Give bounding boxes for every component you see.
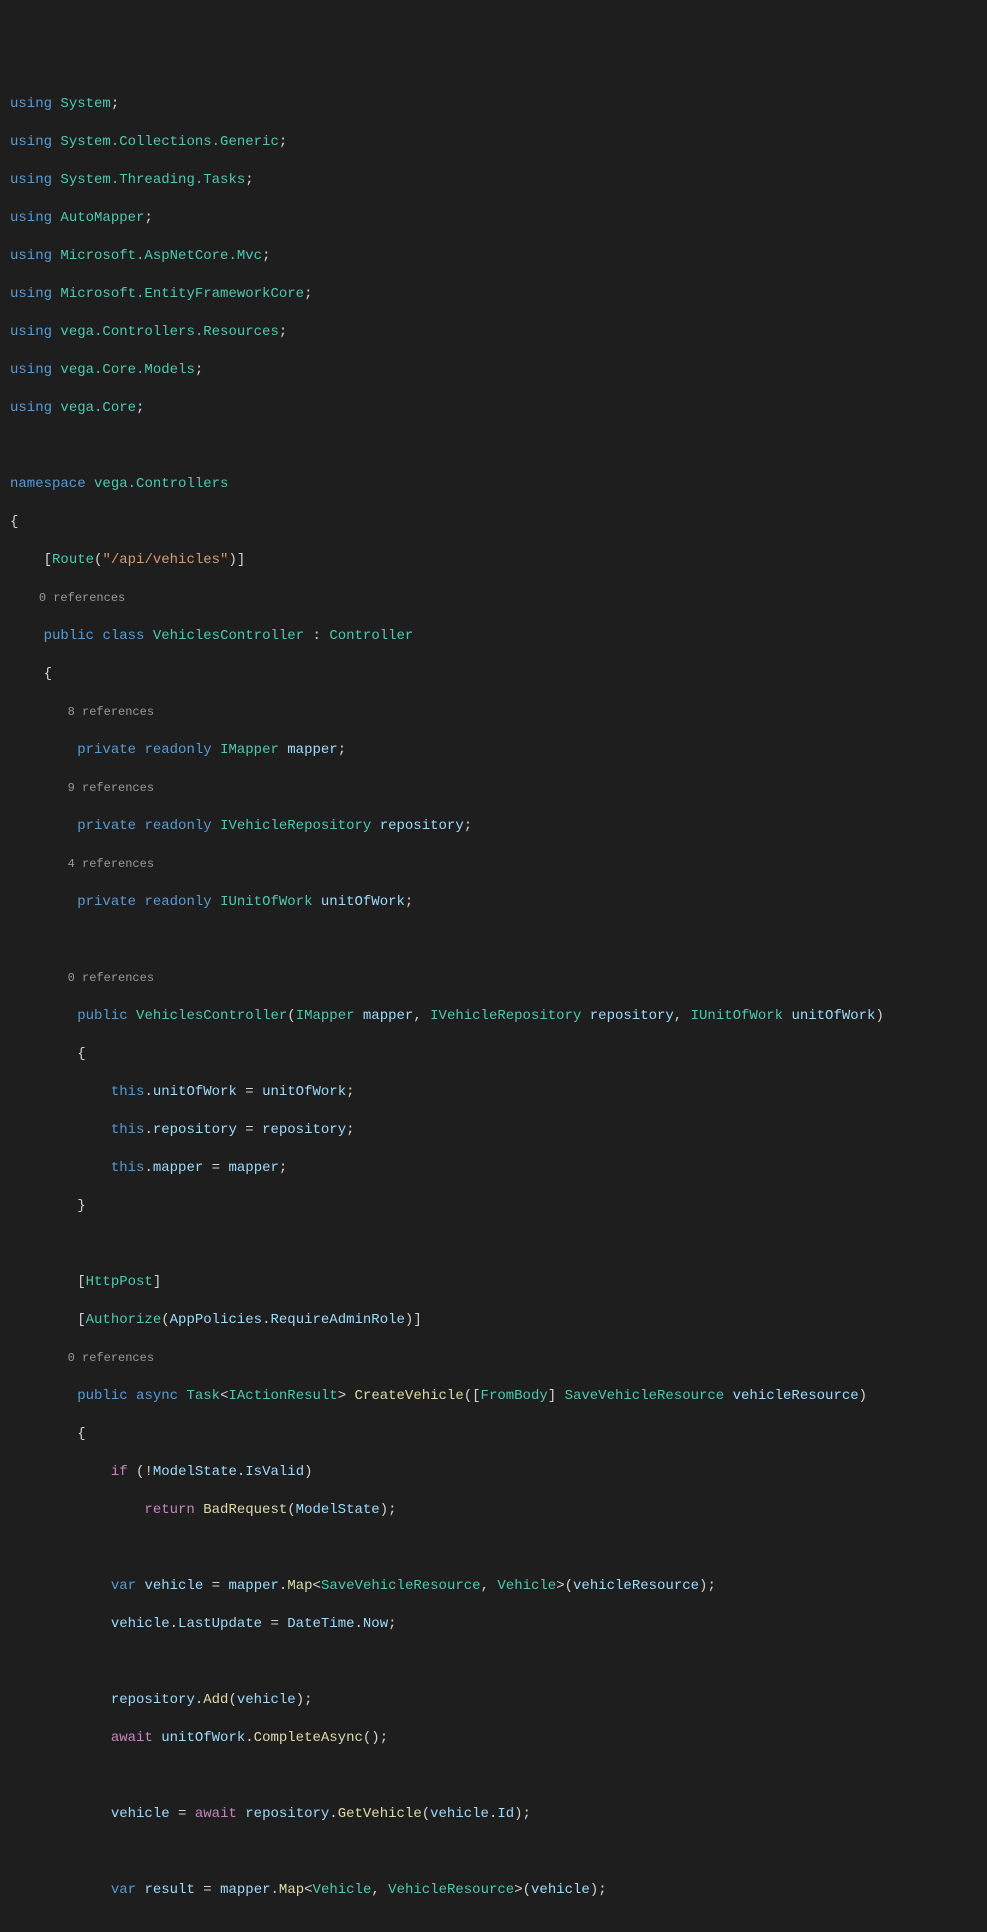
code-line[interactable]: public class VehiclesController : Contro… [10, 627, 977, 646]
codelens-references[interactable]: 4 references [10, 855, 977, 874]
code-line[interactable]: [Authorize(AppPolicies.RequireAdminRole)… [10, 1311, 977, 1330]
code-line[interactable]: return BadRequest(ModelState); [10, 1501, 977, 1520]
code-line[interactable]: if (!ModelState.IsValid) [10, 1463, 977, 1482]
code-line[interactable]: using vega.Core.Models; [10, 361, 977, 380]
code-line[interactable]: this.mapper = mapper; [10, 1159, 977, 1178]
code-line[interactable]: private readonly IUnitOfWork unitOfWork; [10, 893, 977, 912]
code-line[interactable]: var result = mapper.Map<Vehicle, Vehicle… [10, 1881, 977, 1900]
code-editor[interactable]: using System; using System.Collections.G… [10, 76, 977, 1932]
code-line[interactable]: using AutoMapper; [10, 209, 977, 228]
code-line[interactable] [10, 1843, 977, 1862]
code-line[interactable]: using System; [10, 95, 977, 114]
codelens-references[interactable]: 0 references [10, 589, 977, 608]
codelens-references[interactable]: 9 references [10, 779, 977, 798]
code-line[interactable]: using Microsoft.EntityFrameworkCore; [10, 285, 977, 304]
code-line[interactable] [10, 1539, 977, 1558]
code-line[interactable]: [Route("/api/vehicles")] [10, 551, 977, 570]
code-line[interactable]: { [10, 1425, 977, 1444]
code-line[interactable] [10, 1919, 977, 1932]
code-line[interactable]: private readonly IVehicleRepository repo… [10, 817, 977, 836]
code-line[interactable] [10, 1653, 977, 1672]
code-line[interactable] [10, 1235, 977, 1254]
code-line[interactable]: using Microsoft.AspNetCore.Mvc; [10, 247, 977, 266]
code-line[interactable]: using System.Threading.Tasks; [10, 171, 977, 190]
code-line[interactable]: { [10, 513, 977, 532]
code-line[interactable]: vehicle.LastUpdate = DateTime.Now; [10, 1615, 977, 1634]
code-line[interactable] [10, 1767, 977, 1786]
code-line[interactable]: { [10, 665, 977, 684]
code-line[interactable]: using System.Collections.Generic; [10, 133, 977, 152]
codelens-references[interactable]: 8 references [10, 703, 977, 722]
code-line[interactable]: vehicle = await repository.GetVehicle(ve… [10, 1805, 977, 1824]
code-line[interactable]: namespace vega.Controllers [10, 475, 977, 494]
code-line[interactable]: using vega.Core; [10, 399, 977, 418]
code-line[interactable]: var vehicle = mapper.Map<SaveVehicleReso… [10, 1577, 977, 1596]
code-line[interactable]: repository.Add(vehicle); [10, 1691, 977, 1710]
codelens-references[interactable]: 0 references [10, 969, 977, 988]
code-line[interactable]: [HttpPost] [10, 1273, 977, 1292]
codelens-references[interactable]: 0 references [10, 1349, 977, 1368]
code-line[interactable]: public async Task<IActionResult> CreateV… [10, 1387, 977, 1406]
code-line[interactable]: this.repository = repository; [10, 1121, 977, 1140]
code-line[interactable] [10, 437, 977, 456]
code-line[interactable] [10, 931, 977, 950]
code-line[interactable]: } [10, 1197, 977, 1216]
code-line[interactable]: using vega.Controllers.Resources; [10, 323, 977, 342]
code-line[interactable]: { [10, 1045, 977, 1064]
code-line[interactable]: public VehiclesController(IMapper mapper… [10, 1007, 977, 1026]
code-line[interactable]: this.unitOfWork = unitOfWork; [10, 1083, 977, 1102]
code-line[interactable]: private readonly IMapper mapper; [10, 741, 977, 760]
code-line[interactable]: await unitOfWork.CompleteAsync(); [10, 1729, 977, 1748]
